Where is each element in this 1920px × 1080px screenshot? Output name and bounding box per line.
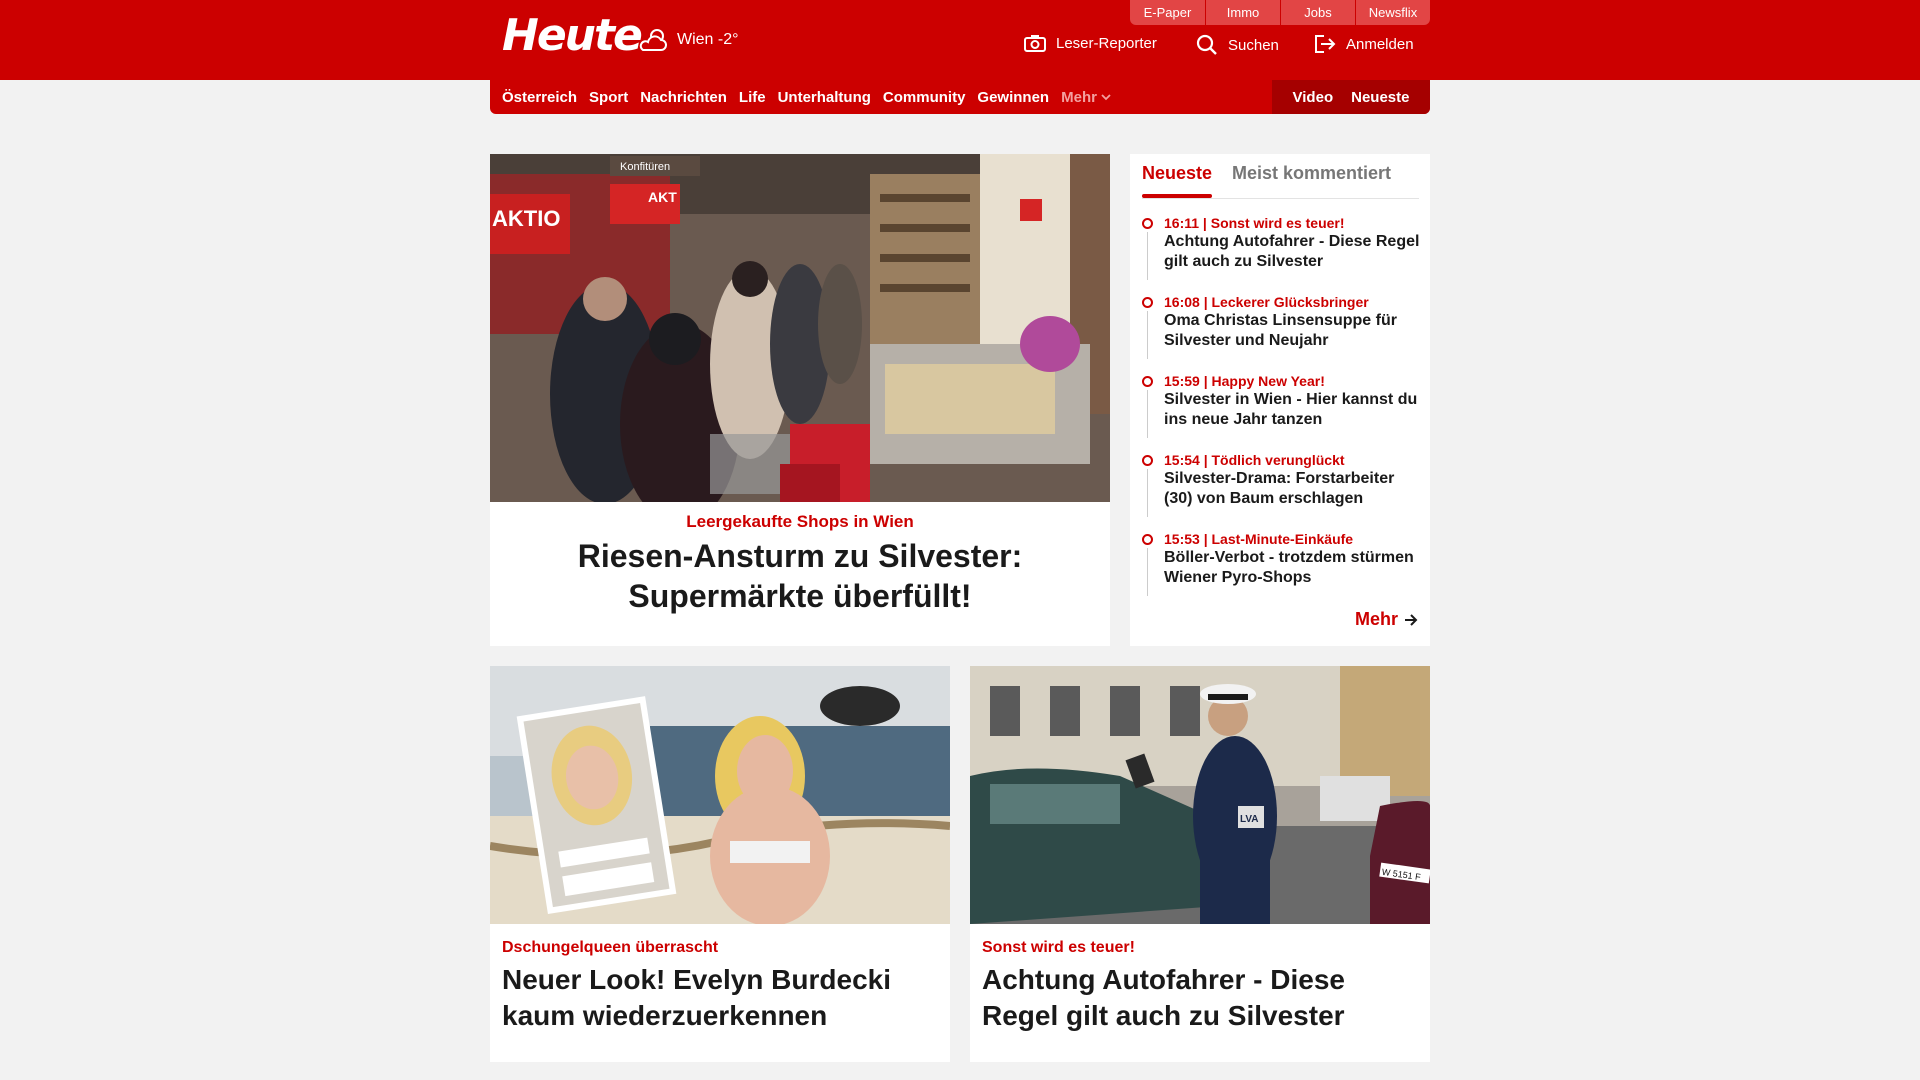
more-news-link[interactable]: Mehr (1355, 609, 1418, 630)
hero-kicker: Leergekaufte Shops in Wien (686, 512, 914, 531)
timeline-dot (1142, 218, 1153, 229)
nav-item-oesterreich[interactable]: Österreich (502, 89, 577, 106)
nav-item-video[interactable]: Video (1293, 89, 1334, 106)
news-meta: 16:08 | Leckerer Glücksbringer (1164, 294, 1369, 310)
timeline-line (1147, 232, 1148, 280)
news-item[interactable]: 16:08 | Leckerer Glücksbringer Oma Chris… (1142, 293, 1422, 372)
evelyn-photo (490, 666, 950, 924)
article-image[interactable]: LVA W 5151 F (970, 666, 1430, 924)
article-kicker: Dschungelqueen überrascht (502, 939, 719, 956)
article-kicker: Sonst wird es teuer! (982, 939, 1135, 956)
leser-reporter-button[interactable]: Leser-Reporter (1024, 34, 1157, 52)
search-label: Suchen (1228, 36, 1279, 54)
news-headline[interactable]: Silvester-Drama: Forstarbeiter (30) von … (1164, 469, 1422, 509)
nav-item-gewinnen[interactable]: Gewinnen (977, 89, 1049, 106)
login-label: Anmelden (1346, 35, 1414, 53)
news-item[interactable]: 15:54 | Tödlich verunglückt Silvester-Dr… (1142, 451, 1422, 530)
nav-item-community[interactable]: Community (883, 89, 966, 106)
top-link-jobs[interactable]: Jobs (1280, 0, 1355, 25)
supermarket-photo: Konfitüren AKTIO AKT (490, 154, 1110, 502)
site-header (0, 0, 1920, 80)
article-title[interactable]: Achtung Autofahrer - Diese Regel gilt au… (982, 962, 1418, 1034)
news-item[interactable]: 16:11 | Sonst wird es teuer! Achtung Aut… (1142, 214, 1422, 293)
site-logo[interactable]: Heute (502, 10, 643, 61)
news-headline[interactable]: Silvester in Wien - Hier kannst du ins n… (1164, 390, 1422, 430)
nav-item-sport[interactable]: Sport (589, 89, 628, 106)
tab-meist-kommentiert[interactable]: Meist kommentiert (1232, 163, 1391, 184)
sign-aktion-left: AKTIO (492, 206, 560, 231)
nav-more-label: Mehr (1061, 88, 1097, 106)
top-link-immo[interactable]: Immo (1205, 0, 1280, 25)
timeline-line (1147, 390, 1148, 438)
lva-badge: LVA (1240, 814, 1259, 825)
timeline-dot (1142, 534, 1153, 545)
weather-widget[interactable]: Wien -2° (637, 26, 739, 54)
news-item[interactable]: 15:53 | Last-Minute-Einkäufe Böller-Verb… (1142, 530, 1422, 609)
arrow-right-icon (1405, 613, 1418, 626)
camera-icon (1024, 35, 1046, 52)
nav-item-nachrichten[interactable]: Nachrichten (640, 89, 727, 106)
active-tab-indicator (1142, 194, 1212, 198)
timeline-line (1147, 469, 1148, 517)
news-meta: 15:53 | Last-Minute-Einkäufe (1164, 531, 1354, 547)
timeline-line (1147, 311, 1148, 359)
article-image[interactable] (490, 666, 950, 924)
top-link-newsflix[interactable]: Newsflix (1355, 0, 1430, 25)
leser-reporter-label: Leser-Reporter (1056, 34, 1157, 52)
chevron-down-icon (1101, 94, 1111, 101)
news-headline[interactable]: Achtung Autofahrer - Diese Regel gilt au… (1164, 232, 1422, 272)
top-links: E-Paper Immo Jobs Newsflix (1130, 0, 1430, 25)
nav-more-menu[interactable]: Mehr (1061, 89, 1111, 106)
login-button[interactable]: Anmelden (1314, 34, 1414, 54)
news-meta: 15:54 | Tödlich verunglückt (1164, 452, 1345, 468)
hero-title[interactable]: Riesen-Ansturm zu Silvester: Supermärkte… (510, 536, 1090, 616)
timeline-dot (1142, 297, 1153, 308)
top-link-epaper[interactable]: E-Paper (1130, 0, 1205, 25)
nav-item-life[interactable]: Life (739, 89, 766, 106)
news-meta: 15:59 | Happy New Year! (1164, 373, 1325, 389)
timeline-dot (1142, 455, 1153, 466)
news-meta: 16:11 | Sonst wird es teuer! (1164, 215, 1345, 231)
main-nav: Österreich Sport Nachrichten Life Unterh… (490, 80, 1430, 114)
more-news-label: Mehr (1354, 609, 1398, 629)
article-title[interactable]: Neuer Look! Evelyn Burdecki kaum wiederz… (502, 962, 938, 1034)
news-item[interactable]: 15:59 | Happy New Year! Silvester in Wie… (1142, 372, 1422, 451)
hero-article[interactable]: Konfitüren AKTIO AKT Leergekaufte Shops … (490, 154, 1110, 646)
parking-officer-photo: LVA W 5151 F (970, 666, 1430, 924)
sidebar-tabs: Neueste Meist kommentiert (1142, 154, 1419, 199)
timeline-dot (1142, 376, 1153, 387)
weather-text: Wien -2° (677, 31, 739, 48)
search-button[interactable]: Suchen (1196, 34, 1279, 56)
nav-item-neueste[interactable]: Neueste (1351, 89, 1409, 106)
hero-image[interactable]: Konfitüren AKTIO AKT (490, 154, 1110, 502)
nav-item-unterhaltung[interactable]: Unterhaltung (778, 89, 871, 106)
login-icon (1315, 35, 1336, 53)
sign-konfitueren: Konfitüren (620, 161, 670, 173)
timeline-line (1147, 548, 1148, 596)
search-icon (1196, 34, 1217, 55)
news-list: 16:11 | Sonst wird es teuer! Achtung Aut… (1142, 214, 1422, 609)
tab-neueste[interactable]: Neueste (1142, 163, 1212, 184)
sign-aktion-right: AKT (648, 189, 677, 205)
cloud-sun-icon (639, 29, 667, 51)
article-card[interactable]: LVA W 5151 F Sonst wird es teuer! Achtun… (970, 666, 1430, 1062)
article-card[interactable]: Dschungelqueen überrascht Neuer Look! Ev… (490, 666, 950, 1062)
news-headline[interactable]: Oma Christas Linsensuppe für Silvester u… (1164, 311, 1422, 351)
news-headline[interactable]: Böller-Verbot - trotzdem stürmen Wiener … (1164, 548, 1422, 588)
latest-news-sidebar: Neueste Meist kommentiert 16:11 | Sonst … (1130, 154, 1430, 646)
